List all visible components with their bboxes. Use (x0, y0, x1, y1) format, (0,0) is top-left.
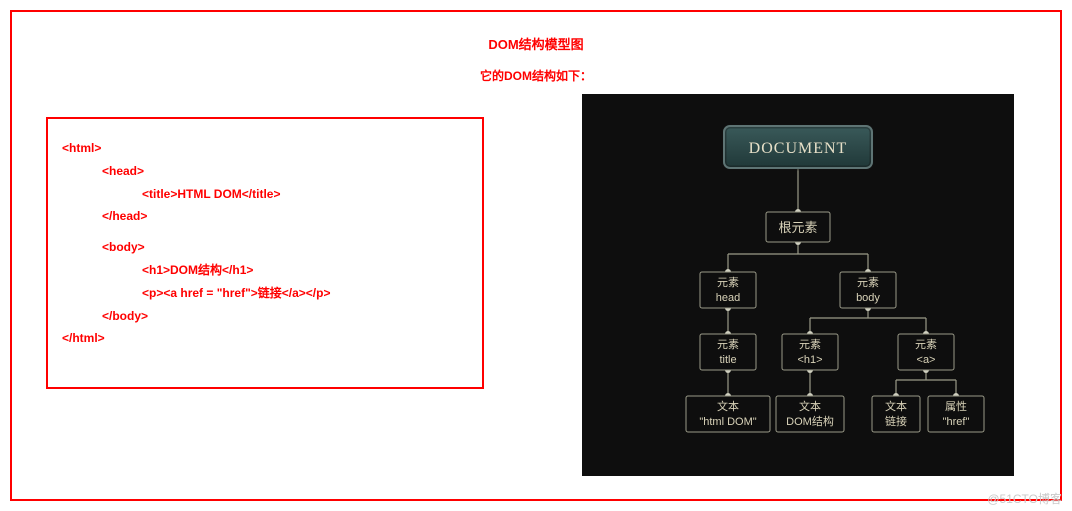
node-body: 元素 body (840, 272, 896, 308)
svg-text:元素: 元素 (717, 338, 739, 351)
code-line: </head> (62, 205, 468, 228)
node-document: DOCUMENT (724, 126, 872, 168)
svg-text:文本: 文本 (717, 399, 739, 413)
node-h1: 元素 <h1> (782, 334, 838, 370)
code-line: </html> (62, 327, 468, 350)
svg-text:DOM结构: DOM结构 (786, 414, 834, 428)
svg-text:元素: 元素 (915, 338, 937, 351)
node-head: 元素 head (700, 272, 756, 308)
svg-text:属性: 属性 (945, 399, 967, 413)
svg-text:文本: 文本 (885, 399, 907, 413)
node-document-label: DOCUMENT (749, 140, 848, 157)
svg-text:head: head (716, 292, 740, 304)
watermark: @51CTO博客 (987, 490, 1062, 507)
code-line: <body> (62, 236, 468, 259)
code-line: <head> (62, 160, 468, 183)
svg-text:链接: 链接 (885, 414, 907, 428)
node-text-title: 文本 "html DOM" (686, 396, 770, 432)
svg-text:<a>: <a> (917, 354, 936, 366)
tree-svg: DOCUMENT 根元素 元素 head 元素 body (582, 94, 1014, 476)
code-sample-box: <html> <head> <title>HTML DOM</title> </… (46, 117, 484, 389)
code-line: <p><a href = "href">链接</a></p> (62, 282, 468, 305)
outer-frame: DOM结构模型图 它的DOM结构如下： <html> <head> <title… (10, 10, 1062, 501)
svg-text:body: body (856, 292, 880, 304)
svg-text:元素: 元素 (857, 276, 879, 289)
node-a: 元素 <a> (898, 334, 954, 370)
svg-text:<h1>: <h1> (797, 354, 822, 366)
svg-text:根元素: 根元素 (778, 220, 817, 235)
svg-text:元素: 元素 (799, 338, 821, 351)
node-root-element: 根元素 (766, 212, 830, 242)
svg-text:"html DOM": "html DOM" (699, 416, 756, 428)
svg-text:"href": "href" (943, 416, 970, 428)
svg-text:title: title (719, 354, 736, 366)
dom-tree-diagram: DOCUMENT 根元素 元素 head 元素 body (582, 94, 1014, 476)
node-attr-a: 属性 "href" (928, 396, 984, 432)
sub-title: 它的DOM结构如下： (12, 67, 1060, 84)
code-line: <html> (62, 137, 468, 160)
svg-text:文本: 文本 (799, 399, 821, 413)
svg-text:元素: 元素 (717, 276, 739, 289)
node-text-a: 文本 链接 (872, 396, 920, 432)
code-line: <h1>DOM结构</h1> (62, 259, 468, 282)
code-line: </body> (62, 305, 468, 328)
node-text-h1: 文本 DOM结构 (776, 396, 844, 432)
node-title: 元素 title (700, 334, 756, 370)
main-title: DOM结构模型图 (12, 34, 1060, 53)
code-line: <title>HTML DOM</title> (62, 183, 468, 206)
